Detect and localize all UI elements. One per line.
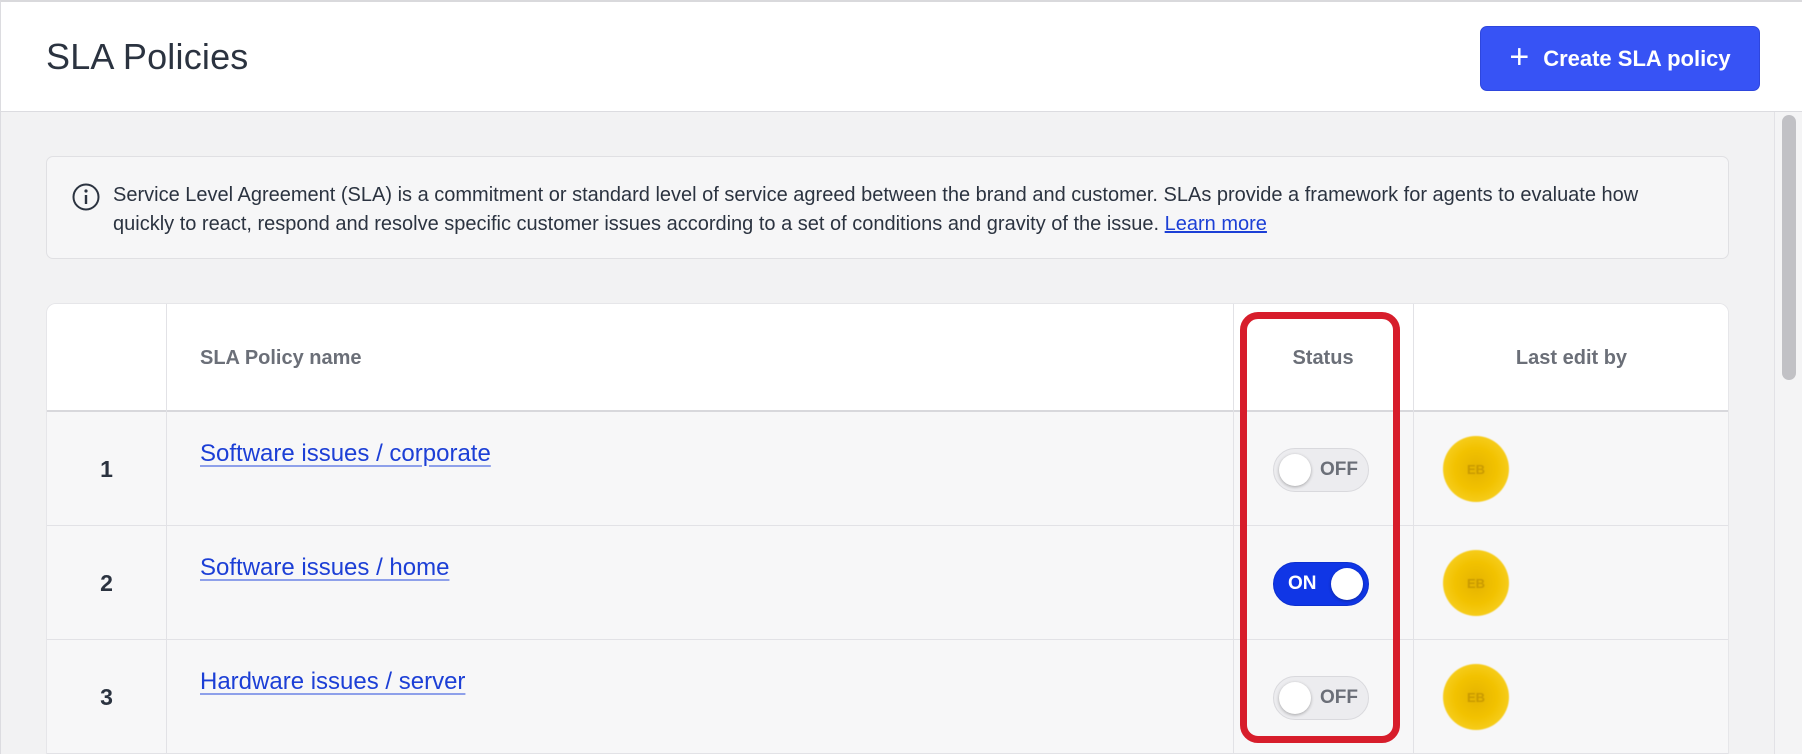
main-content: Service Level Agreement (SLA) is a commi… [0,112,1774,754]
policy-name-link[interactable]: Software issues / home [200,554,449,582]
column-header-status[interactable]: Status [1233,304,1413,412]
avatar[interactable]: EB [1443,550,1509,616]
toggle-knob [1279,454,1311,486]
info-text: Service Level Agreement (SLA) is a commi… [113,181,1703,239]
table-row: 2 Software issues / home ON EB [47,526,1728,640]
learn-more-link[interactable]: Learn more [1165,213,1267,235]
table-row: 3 Hardware issues / server OFF EB [47,640,1728,754]
row-index: 2 [100,569,113,596]
create-sla-policy-button[interactable]: + Create SLA policy [1480,26,1760,91]
avatar[interactable]: EB [1443,664,1509,730]
toggle-label: OFF [1320,687,1358,708]
plus-icon: + [1509,38,1530,76]
column-divider [166,304,167,754]
column-header-last-edit[interactable]: Last edit by [1413,304,1728,412]
row-index: 3 [100,683,113,710]
table-row: 1 Software issues / corporate OFF EB [47,412,1728,526]
scrollbar-thumb[interactable] [1782,115,1796,380]
scrollbar[interactable] [1774,112,1802,754]
sla-policies-table: SLA Policy name Status Last edit by 1 So… [46,303,1729,754]
column-divider [1413,304,1414,754]
column-divider [1233,304,1234,754]
toggle-label: OFF [1320,459,1358,480]
toggle-knob [1279,682,1311,714]
info-banner: Service Level Agreement (SLA) is a commi… [46,156,1729,259]
policy-name-link[interactable]: Hardware issues / server [200,668,465,696]
status-toggle[interactable]: OFF [1273,676,1369,720]
page-title: SLA Policies [46,36,249,77]
status-toggle[interactable]: OFF [1273,448,1369,492]
status-toggle[interactable]: ON [1273,562,1369,606]
toggle-label: ON [1288,573,1317,594]
column-header-name[interactable]: SLA Policy name [200,304,362,412]
info-description: Service Level Agreement (SLA) is a commi… [113,184,1639,235]
create-sla-policy-label: Create SLA policy [1543,45,1731,71]
table-header: SLA Policy name Status Last edit by [47,304,1728,412]
info-circle-icon [72,183,100,211]
avatar[interactable]: EB [1443,436,1509,502]
toggle-knob [1331,568,1363,600]
row-index: 1 [100,455,113,482]
policy-name-link[interactable]: Software issues / corporate [200,440,491,468]
page-header: SLA Policies + Create SLA policy [0,0,1802,112]
